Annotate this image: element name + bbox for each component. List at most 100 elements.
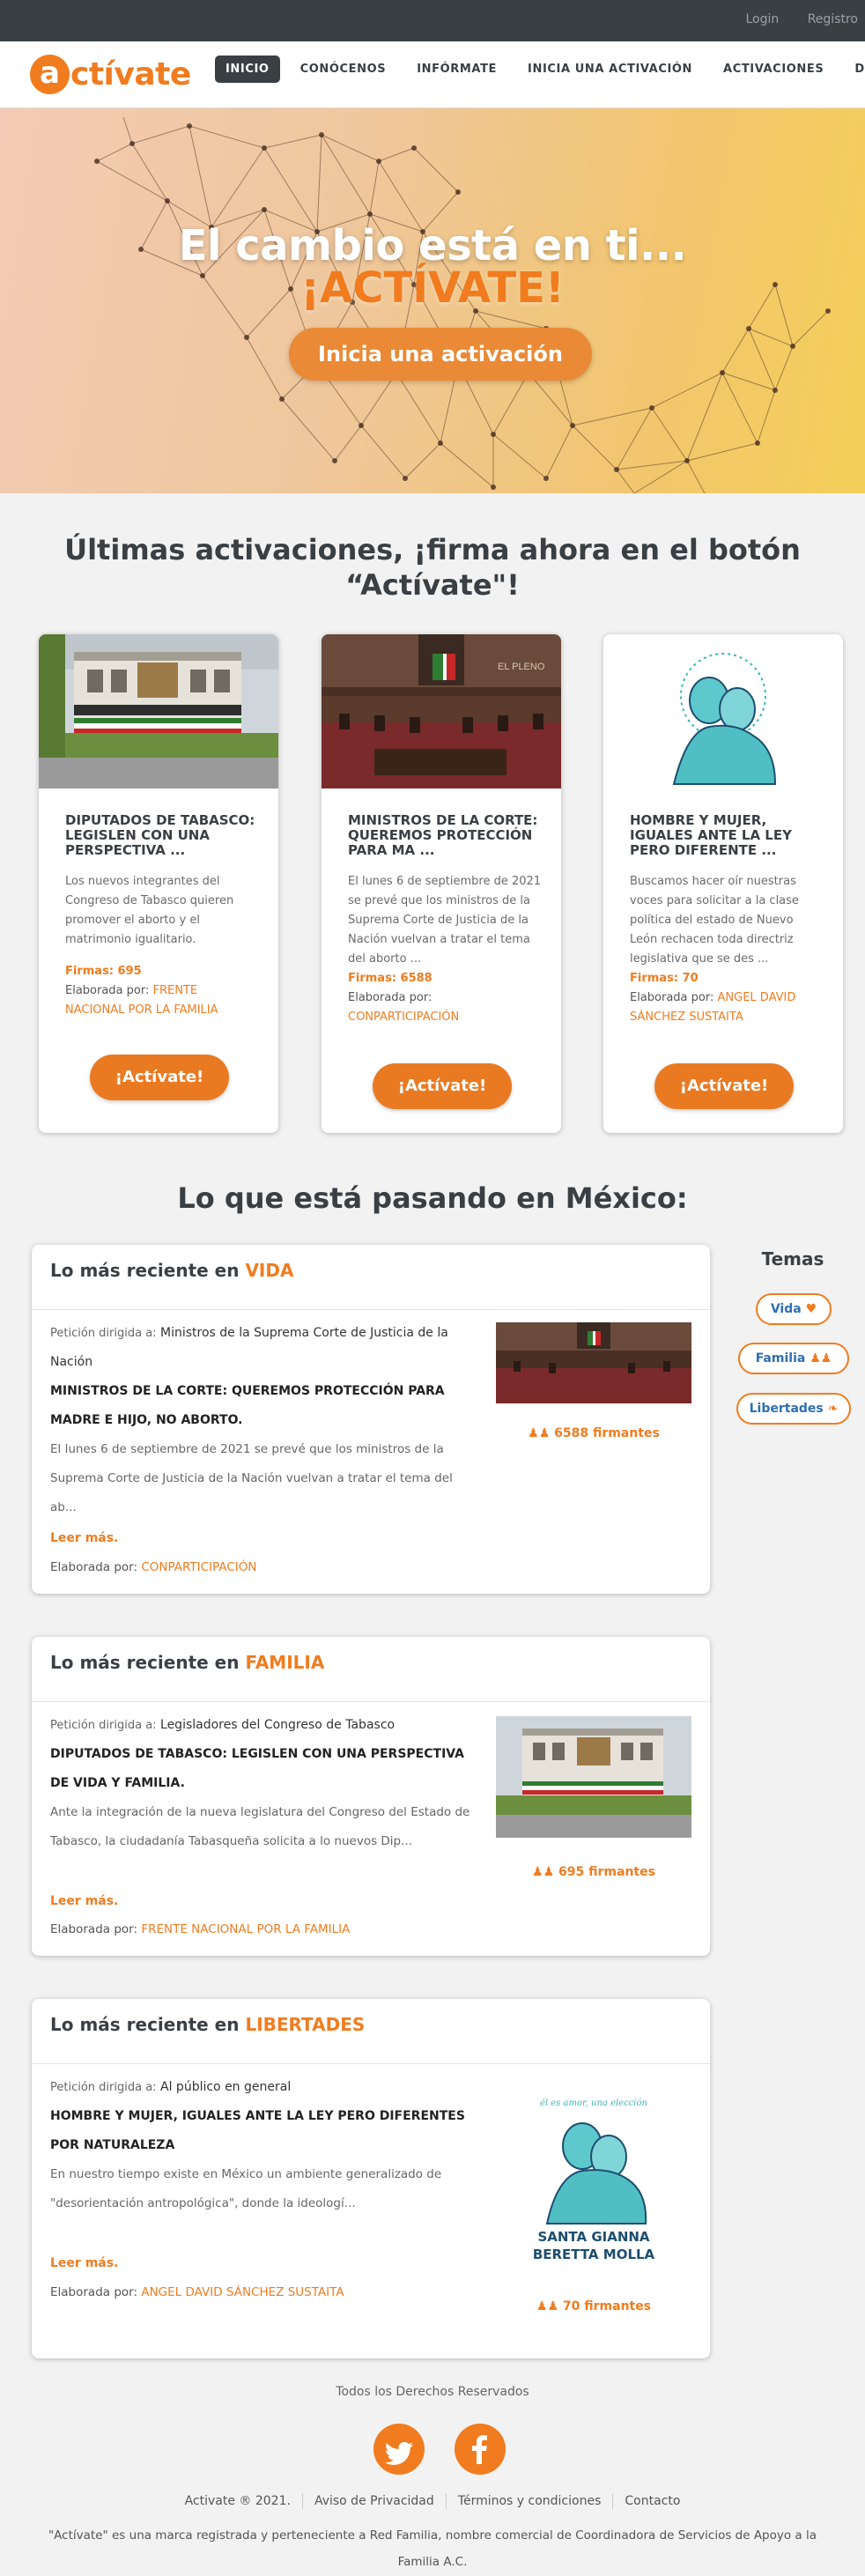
privacy-link[interactable]: Aviso de Privacidad (314, 2494, 434, 2508)
recent-panel-vida: Lo más reciente en VIDA Petición dirigid… (32, 1245, 710, 1594)
card-body: El lunes 6 de septiembre de 2021 se prev… (348, 872, 542, 1027)
signers-count: ♟♟ 695 firmantes (496, 1865, 691, 1879)
petition-target: Al público en general (160, 2080, 292, 2094)
author-label: Elaborada por: (50, 2285, 138, 2299)
card-signatures: Firmas: 695 (65, 965, 142, 978)
card-author: Elaborada por: FRENTE NACIONAL POR LA FA… (65, 981, 259, 1020)
panel-header-prefix: Lo más reciente en (50, 1260, 240, 1281)
logo-text: ctívate (70, 56, 191, 93)
nav-item-activaciones[interactable]: ACTIVACIONES (713, 56, 834, 83)
panel-image-illustration[interactable]: él es amor, una elección SANTA GIANNA BE… (496, 2091, 691, 2276)
read-more-link[interactable]: Leer más. (50, 1531, 118, 1545)
nav-item-inicio[interactable]: INICIO (215, 56, 280, 83)
nav-item-dona[interactable]: DONA (844, 56, 865, 83)
card-image-illustration[interactable] (603, 634, 843, 788)
target-label: Petición dirigida a: (50, 1719, 157, 1732)
tema-libertades[interactable]: Libertades ❧ (736, 1393, 851, 1425)
author-org[interactable]: FRENTE NACIONAL POR LA FAMILIA (141, 1922, 350, 1936)
signers-count: ♟♟ 6588 firmantes (496, 1426, 691, 1440)
facebook-button[interactable] (455, 2424, 506, 2475)
divider (612, 2493, 614, 2509)
main-nav: a ctívate INICIO CONÓCENOS INFÓRMATE INI… (0, 41, 865, 108)
card-author: Elaborada por: ANGEL DAVID SÁNCHEZ SUSTA… (630, 988, 824, 1027)
card-image-court[interactable]: EL PLENO (322, 634, 561, 788)
panel-category[interactable]: LIBERTADES (245, 2014, 365, 2035)
account-links: Login Registro (721, 12, 858, 26)
read-more-link[interactable]: Leer más. (50, 2256, 118, 2270)
mexico-heading: Lo que está pasando en México: (177, 1181, 688, 1215)
twitter-button[interactable] (373, 2424, 425, 2475)
recent-panel-libertades: Lo más reciente en LIBERTADES Petición d… (32, 1999, 710, 2358)
card-author-org[interactable]: CONPARTICIPACIÓN (348, 1010, 459, 1024)
activation-card: HOMBRE Y MUJER, IGUALES ANTE LA LEY PERO… (603, 634, 843, 1133)
illustration-top-text: él es amor, una elección (540, 2099, 647, 2108)
twitter-icon (384, 2441, 413, 2465)
tema-label: Vida (770, 1302, 802, 1316)
users-icon: ♟♟ (528, 1426, 555, 1440)
panel-header-prefix: Lo más reciente en (50, 1652, 240, 1673)
panel-body: Petición dirigida a: Ministros de la Sup… (50, 1319, 482, 1522)
card-body: Buscamos hacer oír nuestras voces para s… (630, 872, 824, 1027)
logo[interactable]: a ctívate (30, 51, 191, 97)
panel-body: Petición dirigida a: Legisladores del Co… (50, 1711, 482, 1856)
panel-category[interactable]: FAMILIA (245, 1652, 324, 1673)
card-title[interactable]: HOMBRE Y MUJER, IGUALES ANTE LA LEY PERO… (630, 813, 824, 858)
footer-rights: Todos los Derechos Reservados (336, 2385, 529, 2399)
petition-title[interactable]: DIPUTADOS DE TABASCO: LEGISLEN CON UNA P… (50, 1740, 482, 1798)
tema-vida[interactable]: Vida ♥ (756, 1293, 832, 1325)
signers-count-value: 70 firmantes (562, 2299, 652, 2313)
petition-author: Elaborada por: ANGEL DAVID SÁNCHEZ SUSTA… (50, 2285, 344, 2299)
login-link[interactable]: Login (745, 12, 779, 26)
card-title[interactable]: DIPUTADOS DE TABASCO: LEGISLEN CON UNA P… (65, 813, 259, 858)
start-activation-button[interactable]: Inicia una activación (289, 328, 592, 381)
target-label: Petición dirigida a: (50, 1327, 157, 1340)
terms-link[interactable]: Términos y condiciones (458, 2494, 602, 2508)
signers-count-value: 695 firmantes (558, 1865, 655, 1879)
activate-button[interactable]: ¡Actívate! (654, 1063, 794, 1109)
activate-button[interactable]: ¡Actívate! (90, 1055, 229, 1100)
recent-panel-familia: Lo más reciente en FAMILIA Petición diri… (32, 1637, 710, 1956)
panel-body: Petición dirigida a: Al público en gener… (50, 2073, 482, 2218)
author-org[interactable]: CONPARTICIPACIÓN (141, 1560, 256, 1574)
panel-image-tabasco[interactable] (496, 1716, 691, 1838)
court-sign: EL PLENO (498, 662, 545, 672)
panel-category[interactable]: VIDA (245, 1260, 293, 1281)
panel-header-prefix: Lo más reciente en (50, 2014, 240, 2035)
footer-copyright: Activate ® 2021. (184, 2494, 291, 2508)
nav-item-inicia-activacion[interactable]: INICIA UNA ACTIVACIÓN (517, 56, 703, 83)
latest-heading-line2: “Actívate"! (345, 568, 520, 602)
facebook-icon (472, 2435, 487, 2464)
activate-button[interactable]: ¡Actívate! (373, 1063, 512, 1109)
card-title[interactable]: MINISTROS DE LA CORTE: QUEREMOS PROTECCI… (348, 813, 542, 858)
dove-icon: ❧ (827, 1402, 839, 1416)
nav-item-conocenos[interactable]: CONÓCENOS (290, 56, 397, 83)
petition-description: El lunes 6 de septiembre de 2021 se prev… (50, 1442, 453, 1514)
hero-subtitle: ¡ACTÍVATE! (300, 263, 565, 313)
petition-title[interactable]: HOMBRE Y MUJER, IGUALES ANTE LA LEY PERO… (50, 2102, 482, 2160)
temas-title: Temas (761, 1248, 824, 1269)
card-signatures: Firmas: 6588 (348, 972, 432, 985)
panel-header: Lo más reciente en FAMILIA (32, 1637, 710, 1702)
users-icon: ♟♟ (532, 1865, 559, 1879)
read-more-link[interactable]: Leer más. (50, 1894, 118, 1908)
tema-familia[interactable]: Familia ♟♟ (738, 1343, 849, 1374)
family-icon: ♟♟ (810, 1351, 832, 1366)
signers-count: ♟♟ 70 firmantes (496, 2299, 691, 2313)
nav-item-informate[interactable]: INFÓRMATE (406, 56, 507, 83)
card-image-tabasco[interactable] (39, 634, 278, 788)
panel-image-court[interactable] (496, 1322, 691, 1403)
contact-link[interactable]: Contacto (625, 2494, 680, 2508)
divider (301, 2493, 303, 2509)
author-label: Elaborada por: (50, 1922, 138, 1936)
petition-title[interactable]: MINISTROS DE LA CORTE: QUEREMOS PROTECCI… (50, 1377, 482, 1435)
petition-author: Elaborada por: CONPARTICIPACIÓN (50, 1560, 256, 1574)
card-description: Los nuevos integrantes del Congreso de T… (65, 875, 234, 946)
author-org[interactable]: ANGEL DAVID SÁNCHEZ SUSTAITA (141, 2285, 344, 2299)
register-link[interactable]: Registro (808, 12, 858, 26)
card-description: Buscamos hacer oír nuestras voces para s… (630, 875, 799, 966)
footer-note: "Actívate" es una marca registrada y per… (48, 2528, 817, 2569)
card-body: Los nuevos integrantes del Congreso de T… (65, 872, 259, 1020)
card-author: Elaborada por: CONPARTICIPACIÓN (348, 988, 542, 1027)
logo-mark: a (30, 54, 70, 94)
card-author-label: Elaborada por: (630, 991, 714, 1004)
